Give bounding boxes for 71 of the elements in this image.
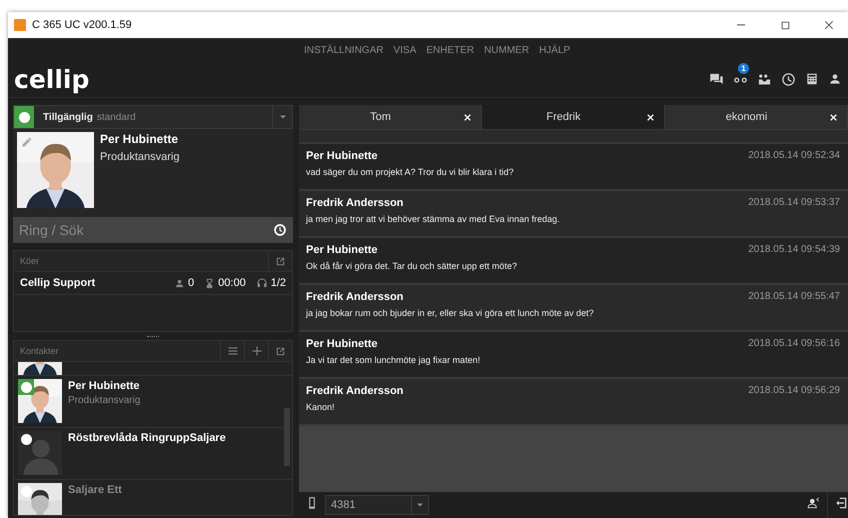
message-time: 2018.05.14 09:56:29 (748, 385, 840, 397)
message-time: 2018.05.14 09:53:37 (748, 197, 840, 209)
history-icon[interactable] (273, 223, 287, 237)
agent-count: 1/2 (270, 277, 286, 289)
contact-name: Saljare Ett (68, 484, 122, 496)
message-time: 2018.05.14 09:54:39 (748, 244, 840, 256)
contact-name: Röstbrevlåda RingruppSaljare (68, 432, 226, 444)
status-label: Tillgänglig (43, 112, 93, 122)
message-sender: Fredrik Andersson (306, 291, 404, 303)
avatar-icon (18, 431, 62, 475)
external-link-icon[interactable] (275, 256, 286, 266)
chat-tab[interactable]: ekonomi (665, 105, 848, 129)
calculator-icon[interactable] (805, 72, 819, 86)
message-time: 2018.05.14 09:52:34 (748, 150, 840, 162)
scrollbar[interactable] (284, 408, 290, 466)
profile-title: Produktansvarig (100, 151, 180, 163)
close-icon[interactable] (828, 112, 839, 122)
close-icon[interactable] (462, 112, 473, 122)
notification-badge: 1 (738, 62, 749, 74)
profile-label: standard (96, 112, 136, 122)
close-icon[interactable] (645, 112, 656, 122)
message-sender: Per Hubinette (306, 244, 379, 256)
message-text: Ok då får vi göra det. Tar du och sätter upp ett möte? (306, 261, 518, 271)
message-sender: Per Hubinette (306, 150, 379, 162)
headset-icon[interactable] (256, 277, 268, 289)
message-text: ja men jag tror att vi behöver stämma av med Eva innan fredag. (306, 214, 561, 224)
panel-title: Köer (19, 256, 40, 266)
message-text: ja jag bokar rum och bjuder in er, eller ska vi göra ett lunch möte av det? (306, 308, 595, 318)
chat-tab[interactable]: Fredrik (482, 105, 665, 129)
message-text: vad säger du om projekt A? Tror du vi blir klara i tid? (306, 167, 515, 177)
menu-item[interactable]: VISA (393, 44, 416, 56)
profile-name: Per Hubinette (100, 132, 180, 146)
message-text: Kanon! (306, 402, 336, 412)
line-select[interactable]: 4381 (325, 495, 429, 515)
search-field[interactable]: Ring / Sök (13, 217, 293, 243)
clock-icon[interactable] (781, 72, 796, 86)
app-icon (14, 19, 26, 31)
logo: cellip (14, 64, 90, 94)
wait-time: 00:00 (218, 277, 246, 289)
message-time: 2018.05.14 09:55:47 (748, 291, 840, 303)
message-time: 2018.05.14 09:56:16 (748, 338, 840, 350)
menu-item[interactable]: INSTÄLLNINGAR (304, 44, 384, 56)
panel-title: Kontakter (19, 346, 60, 356)
person-icon[interactable] (174, 278, 186, 288)
message-sender: Fredrik Andersson (306, 197, 404, 209)
menu-icon[interactable] (226, 345, 238, 357)
chat-tab[interactable]: Tom (299, 105, 482, 129)
contact-item[interactable]: Saljare Ett (14, 480, 292, 515)
plus-icon[interactable] (250, 345, 262, 357)
queue-name: Cellip Support (20, 277, 96, 289)
maximize-icon[interactable] (780, 20, 790, 30)
window-title: C 365 UC v200.1.59 (32, 19, 132, 31)
external-link-icon[interactable] (275, 346, 286, 356)
menu-item[interactable]: ENHETER (426, 44, 474, 56)
contact-title: Produktansvarig (68, 395, 140, 406)
waiting-count: 0 (188, 277, 194, 289)
contact-item[interactable]: Röstbrevlåda RingruppSaljare (14, 428, 292, 480)
inbox-icon[interactable] (757, 72, 772, 86)
message-text: Ja vi tar det som lunchmöte jag fixar maten! (306, 355, 482, 365)
hourglass-icon[interactable] (204, 278, 216, 288)
menu-item[interactable]: NUMMER (484, 44, 530, 56)
person-icon[interactable] (828, 72, 842, 86)
message-sender: Per Hubinette (306, 338, 379, 350)
close-icon[interactable] (823, 19, 835, 31)
transfer-contact-icon[interactable] (807, 496, 821, 510)
chat-icon[interactable] (709, 72, 724, 86)
menu-item[interactable]: HJÄLP (539, 44, 570, 56)
message-sender: Fredrik Andersson (306, 385, 404, 397)
contact-name: Per Hubinette (68, 380, 140, 392)
contact-item[interactable]: Per Hubinette Produktansvarig (14, 376, 292, 428)
logout-icon[interactable] (834, 496, 848, 510)
